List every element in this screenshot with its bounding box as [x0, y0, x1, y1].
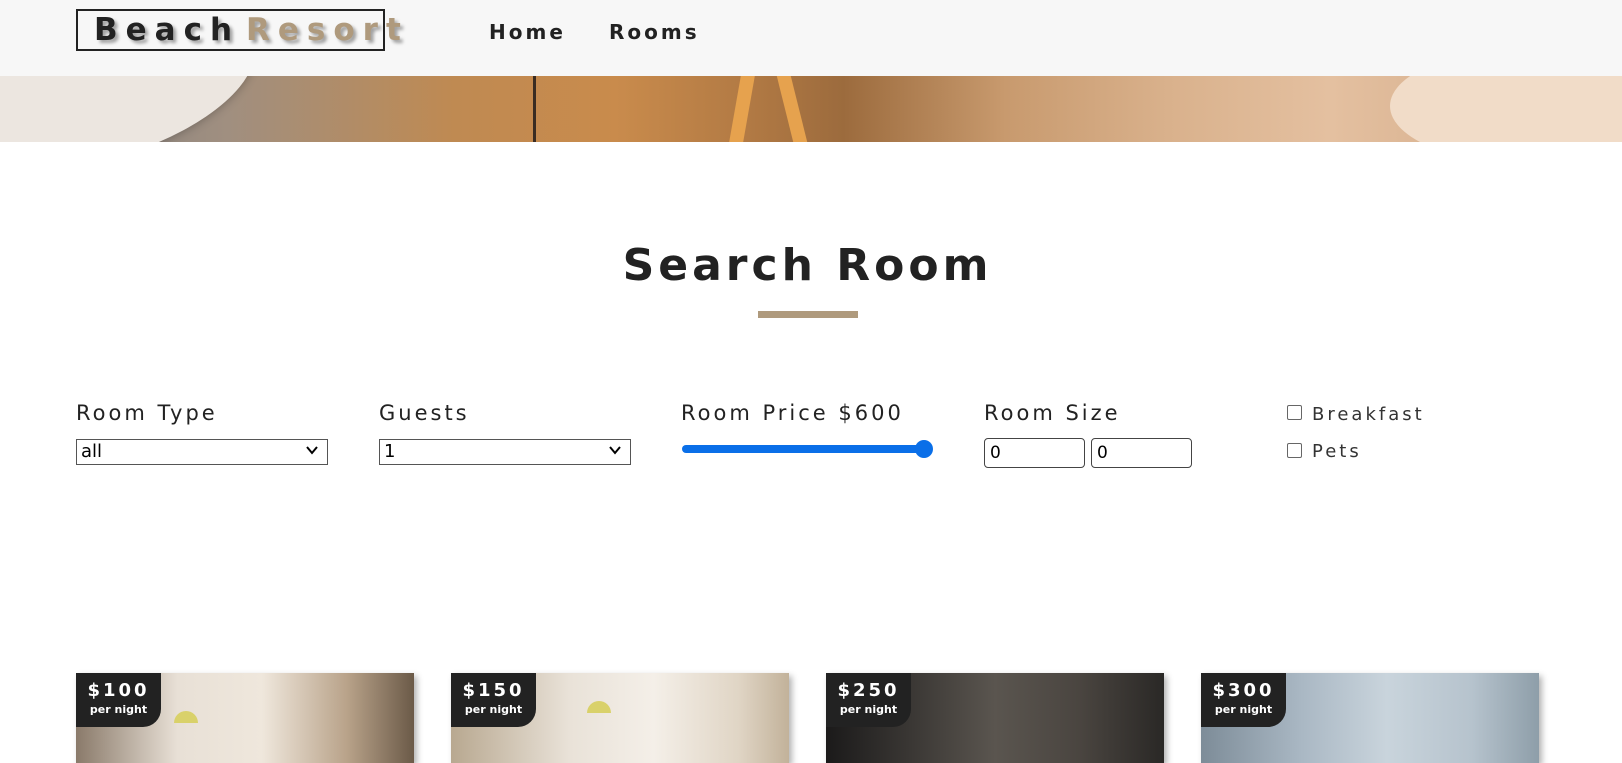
- room-type-selected-value: all: [81, 441, 103, 462]
- price-badge: $300 per night: [1201, 673, 1286, 727]
- room-type-label: Room Type: [76, 401, 218, 425]
- room-card[interactable]: $300 per night: [1201, 673, 1539, 763]
- per-night-label: per night: [839, 703, 898, 716]
- price-slider-track[interactable]: [682, 445, 925, 453]
- room-price: $100: [87, 680, 150, 701]
- breakfast-label: Breakfast: [1312, 404, 1425, 425]
- title-underline: [758, 311, 858, 318]
- guests-selected-value: 1: [384, 441, 396, 462]
- chevron-down-icon: [609, 446, 621, 455]
- room-card[interactable]: $250 per night: [826, 673, 1164, 763]
- price-badge: $250 per night: [826, 673, 911, 727]
- logo-word-beach: Beach: [94, 12, 241, 48]
- nav-link-rooms[interactable]: Rooms: [609, 20, 700, 44]
- price-badge: $100 per night: [76, 673, 161, 727]
- logo-word-resort: Resort: [246, 12, 409, 48]
- room-size-label: Room Size: [984, 401, 1121, 425]
- room-price: $150: [462, 680, 525, 701]
- pets-label: Pets: [1312, 441, 1362, 462]
- chevron-down-icon: [306, 446, 318, 455]
- room-price: $300: [1212, 680, 1275, 701]
- room-card[interactable]: $150 per night: [451, 673, 789, 763]
- room-price: $250: [837, 680, 900, 701]
- min-size-input[interactable]: 0: [984, 438, 1085, 468]
- guests-label: Guests: [379, 401, 470, 425]
- pets-checkbox[interactable]: [1287, 443, 1302, 458]
- per-night-label: per night: [1214, 703, 1273, 716]
- hero-banner-image: [0, 76, 1622, 142]
- room-type-select[interactable]: all: [76, 439, 328, 465]
- navbar: Beach Resort Home Rooms: [0, 0, 1622, 76]
- max-size-input[interactable]: 0: [1091, 438, 1192, 468]
- price-slider-thumb[interactable]: [915, 440, 933, 458]
- section-title: Search Room: [622, 240, 993, 291]
- per-night-label: per night: [89, 703, 148, 716]
- logo[interactable]: Beach Resort: [76, 9, 401, 51]
- breakfast-checkbox[interactable]: [1287, 405, 1302, 420]
- nav-link-home[interactable]: Home: [489, 20, 566, 44]
- per-night-label: per night: [464, 703, 523, 716]
- room-card[interactable]: $100 per night: [76, 673, 414, 763]
- price-badge: $150 per night: [451, 673, 536, 727]
- room-price-label: Room Price $600: [681, 401, 904, 425]
- guests-select[interactable]: 1: [379, 439, 631, 465]
